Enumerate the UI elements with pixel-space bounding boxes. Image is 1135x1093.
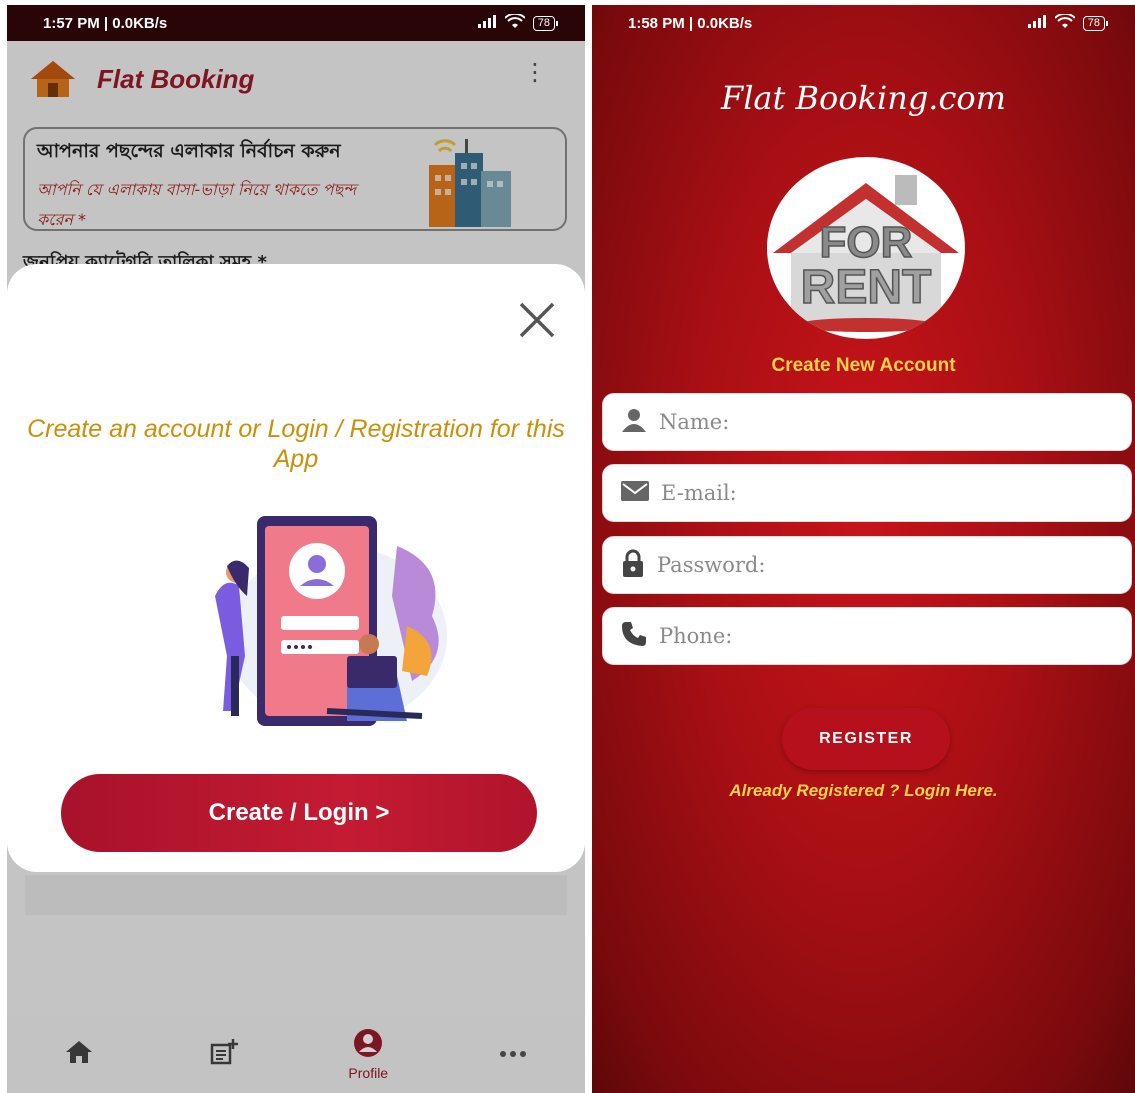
status-bar: 1:57 PM | 0.0KB/s 78 (7, 5, 585, 41)
login-link[interactable]: Already Registered ? Login Here. (592, 781, 1135, 801)
name-input[interactable] (659, 410, 1079, 434)
status-time: 1:58 PM | 0.0KB/s (628, 14, 753, 32)
for-rent-logo: FOR RENT (767, 157, 965, 339)
lock-icon (621, 549, 645, 582)
phone-icon (621, 621, 647, 652)
wifi-icon (504, 12, 526, 33)
status-time: 1:57 PM | 0.0KB/s (43, 14, 168, 32)
battery-indicator: 78 (532, 15, 559, 31)
name-field[interactable] (602, 393, 1132, 451)
signal-icon (1027, 14, 1047, 32)
password-input[interactable] (657, 553, 1077, 577)
phone-field[interactable] (602, 607, 1132, 665)
email-input[interactable] (661, 481, 1081, 505)
brand-title: Flat Booking.com (720, 79, 1006, 117)
password-field[interactable] (602, 536, 1132, 594)
email-icon (621, 480, 649, 506)
left-phone-screen: 1:57 PM | 0.0KB/s 78 Flat Booking ⋮ আপনা… (7, 5, 585, 1093)
right-phone-screen: 1:58 PM | 0.0KB/s 78 Flat Booking.com FO… (592, 5, 1135, 1093)
login-bottom-sheet: Create an account or Login / Registratio… (7, 264, 585, 872)
signal-icon (477, 14, 497, 32)
phone-input[interactable] (659, 624, 1079, 648)
register-button[interactable]: REGISTER (782, 708, 950, 770)
email-field[interactable] (602, 464, 1132, 522)
status-bar: 1:58 PM | 0.0KB/s 78 (592, 5, 1135, 41)
person-icon (621, 408, 647, 437)
signup-illustration (197, 506, 457, 736)
battery-indicator: 78 (1082, 15, 1109, 31)
sheet-heading: Create an account or Login / Registratio… (27, 415, 565, 473)
svg-text:RENT: RENT (801, 261, 932, 314)
svg-text:FOR: FOR (820, 218, 913, 267)
close-icon[interactable] (517, 300, 557, 340)
wifi-icon (1054, 12, 1076, 33)
create-account-heading: Create New Account (771, 355, 956, 376)
create-login-button[interactable]: Create / Login > (61, 774, 537, 852)
